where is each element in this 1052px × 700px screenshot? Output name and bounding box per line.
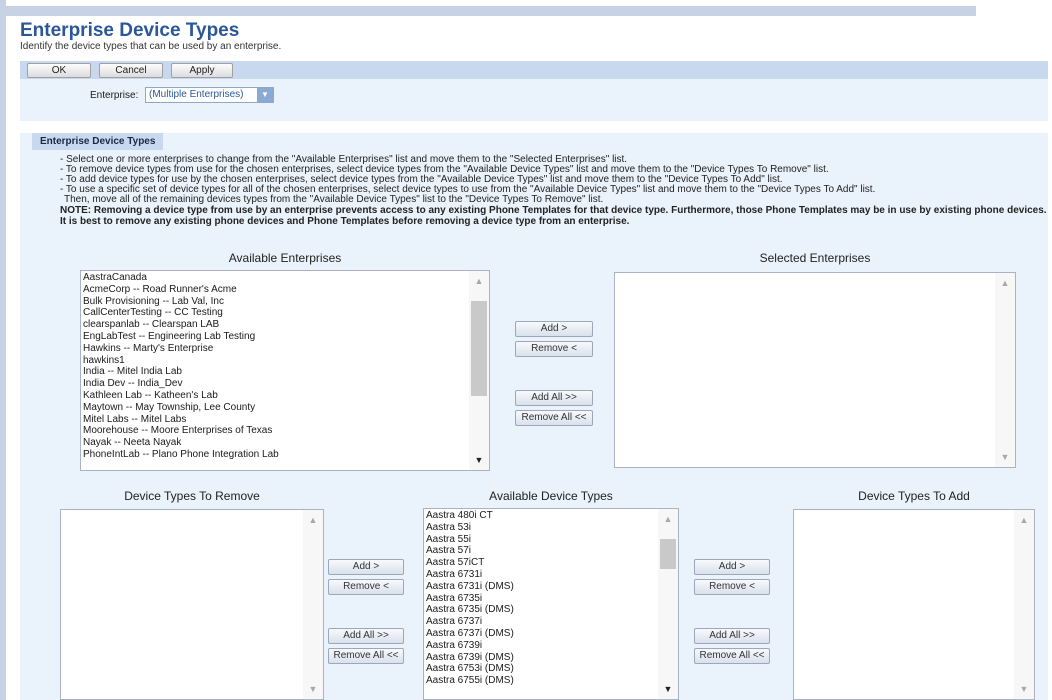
left-frame-bar [0,0,6,700]
toolbar: OK Cancel Apply [20,61,1048,79]
list-item[interactable]: India Dev -- India_Dev [83,378,467,390]
available-enterprises-items: AastraCanada AcmeCorp -- Road Runner's A… [83,272,467,461]
add-all-to-remove-button[interactable]: Add All >> [328,628,404,644]
scroll-up-arrow-icon[interactable]: ▲ [995,273,1015,293]
scroll-up-arrow-icon[interactable]: ▲ [658,509,678,529]
device-types-to-remove-label: Device Types To Remove [124,489,260,503]
cancel-button[interactable]: Cancel [99,62,163,78]
device-types-to-add-label: Device Types To Add [858,489,970,503]
chevron-down-icon[interactable]: ▼ [257,88,273,102]
scroll-down-arrow-icon[interactable]: ▼ [995,447,1015,467]
available-device-types-items: Aastra 480i CT Aastra 53i Aastra 55i Aas… [426,510,656,687]
remove-from-add-button[interactable]: Remove < [694,579,770,595]
enterprise-selector-band: Enterprise: (Multiple Enterprises) ▼ [20,79,1048,121]
list-item[interactable]: India -- Mitel India Lab [83,366,467,378]
available-enterprises-label: Available Enterprises [228,251,342,265]
scrollbar[interactable]: ▲ ▼ [303,510,323,699]
remove-from-remove-button[interactable]: Remove < [328,579,404,595]
device-types-to-remove-list[interactable]: ▲ ▼ [60,509,324,700]
list-item[interactable]: Moorehouse -- Moore Enterprises of Texas [83,425,467,437]
device-types-to-add-list[interactable]: ▲ ▼ [793,509,1035,700]
scrollbar-thumb[interactable] [660,539,676,569]
list-item[interactable]: Mitel Labs -- Mitel Labs [83,414,467,426]
list-item[interactable]: Aastra 6737i (DMS) [426,628,656,640]
list-item[interactable]: Aastra 6753i (DMS) [426,663,656,675]
scroll-up-arrow-icon[interactable]: ▲ [1014,510,1034,530]
scroll-down-arrow-icon[interactable]: ▼ [469,450,489,470]
scrollbar-thumb[interactable] [471,301,487,396]
scroll-down-arrow-icon[interactable]: ▼ [1014,679,1034,699]
scroll-up-arrow-icon[interactable]: ▲ [303,510,323,530]
list-item[interactable]: Aastra 6755i (DMS) [426,675,656,687]
scrollbar[interactable]: ▲ ▼ [995,273,1015,467]
list-item[interactable]: Aastra 55i [426,534,656,546]
page-subtitle: Identify the device types that can be us… [20,41,282,52]
list-item[interactable]: Bulk Provisioning -- Lab Val, Inc [83,296,467,308]
list-item[interactable]: clearspanlab -- Clearspan LAB [83,319,467,331]
enterprise-label: Enterprise: [90,90,139,101]
apply-button[interactable]: Apply [171,62,233,78]
instruction-line: Then, move all of the remaining devices … [64,194,604,205]
list-item[interactable]: Aastra 57i [426,545,656,557]
list-item[interactable]: Hawkins -- Marty's Enterprise [83,343,467,355]
available-device-types-list[interactable]: Aastra 480i CT Aastra 53i Aastra 55i Aas… [423,508,679,700]
remove-all-from-remove-button[interactable]: Remove All << [328,648,404,664]
scroll-down-arrow-icon[interactable]: ▼ [303,679,323,699]
list-item[interactable]: Kathleen Lab -- Katheen's Lab [83,390,467,402]
note-line: It is best to remove any existing phone … [60,216,630,227]
list-item[interactable]: Aastra 6731i [426,569,656,581]
list-item[interactable]: PhoneIntLab -- Plano Phone Integration L… [83,449,467,461]
list-item[interactable]: Aastra 480i CT [426,510,656,522]
enterprise-dropdown[interactable]: (Multiple Enterprises) ▼ [145,87,274,103]
page-title: Enterprise Device Types [20,20,240,41]
list-item[interactable]: hawkins1 [83,355,467,367]
list-item[interactable]: AcmeCorp -- Road Runner's Acme [83,284,467,296]
add-to-remove-button[interactable]: Add > [328,559,404,575]
list-item[interactable]: Aastra 6737i [426,616,656,628]
list-item[interactable]: Aastra 6735i (DMS) [426,604,656,616]
note-line: NOTE: Removing a device type from use by… [60,205,1047,216]
enterprise-device-types-section: Enterprise Device Types - Select one or … [20,133,1048,700]
remove-enterprise-button[interactable]: Remove < [515,341,593,357]
enterprise-dropdown-value: (Multiple Enterprises) [149,89,244,100]
list-item[interactable]: Maytown -- May Township, Lee County [83,402,467,414]
list-item[interactable]: Aastra 6735i [426,593,656,605]
scrollbar[interactable]: ▲ ▼ [469,271,489,470]
add-enterprise-button[interactable]: Add > [515,321,593,337]
available-enterprises-list[interactable]: AastraCanada AcmeCorp -- Road Runner's A… [80,270,490,471]
add-all-enterprises-button[interactable]: Add All >> [515,390,593,406]
list-item[interactable]: Aastra 57iCT [426,557,656,569]
list-item[interactable]: AastraCanada [83,272,467,284]
list-item[interactable]: CallCenterTesting -- CC Testing [83,307,467,319]
scrollbar[interactable]: ▲ ▼ [1014,510,1034,699]
list-item[interactable]: Aastra 6739i (DMS) [426,652,656,664]
scroll-up-arrow-icon[interactable]: ▲ [469,271,489,291]
selected-enterprises-label: Selected Enterprises [759,251,871,265]
remove-all-enterprises-button[interactable]: Remove All << [515,410,593,426]
ok-button[interactable]: OK [27,62,91,78]
list-item[interactable]: Aastra 6739i [426,640,656,652]
list-item[interactable]: Aastra 53i [426,522,656,534]
available-device-types-label: Available Device Types [489,489,613,503]
list-item[interactable]: EngLabTest -- Engineering Lab Testing [83,331,467,343]
add-all-to-add-button[interactable]: Add All >> [694,628,770,644]
scrollbar[interactable]: ▲ ▼ [658,509,678,699]
list-item[interactable]: Nayak -- Neeta Nayak [83,437,467,449]
selected-enterprises-list[interactable]: ▲ ▼ [614,272,1016,468]
section-title: Enterprise Device Types [32,133,164,150]
list-item[interactable]: Aastra 6731i (DMS) [426,581,656,593]
add-to-add-button[interactable]: Add > [694,559,770,575]
scroll-down-arrow-icon[interactable]: ▼ [658,679,678,699]
top-frame-bar [6,6,976,16]
remove-all-from-add-button[interactable]: Remove All << [694,648,770,664]
